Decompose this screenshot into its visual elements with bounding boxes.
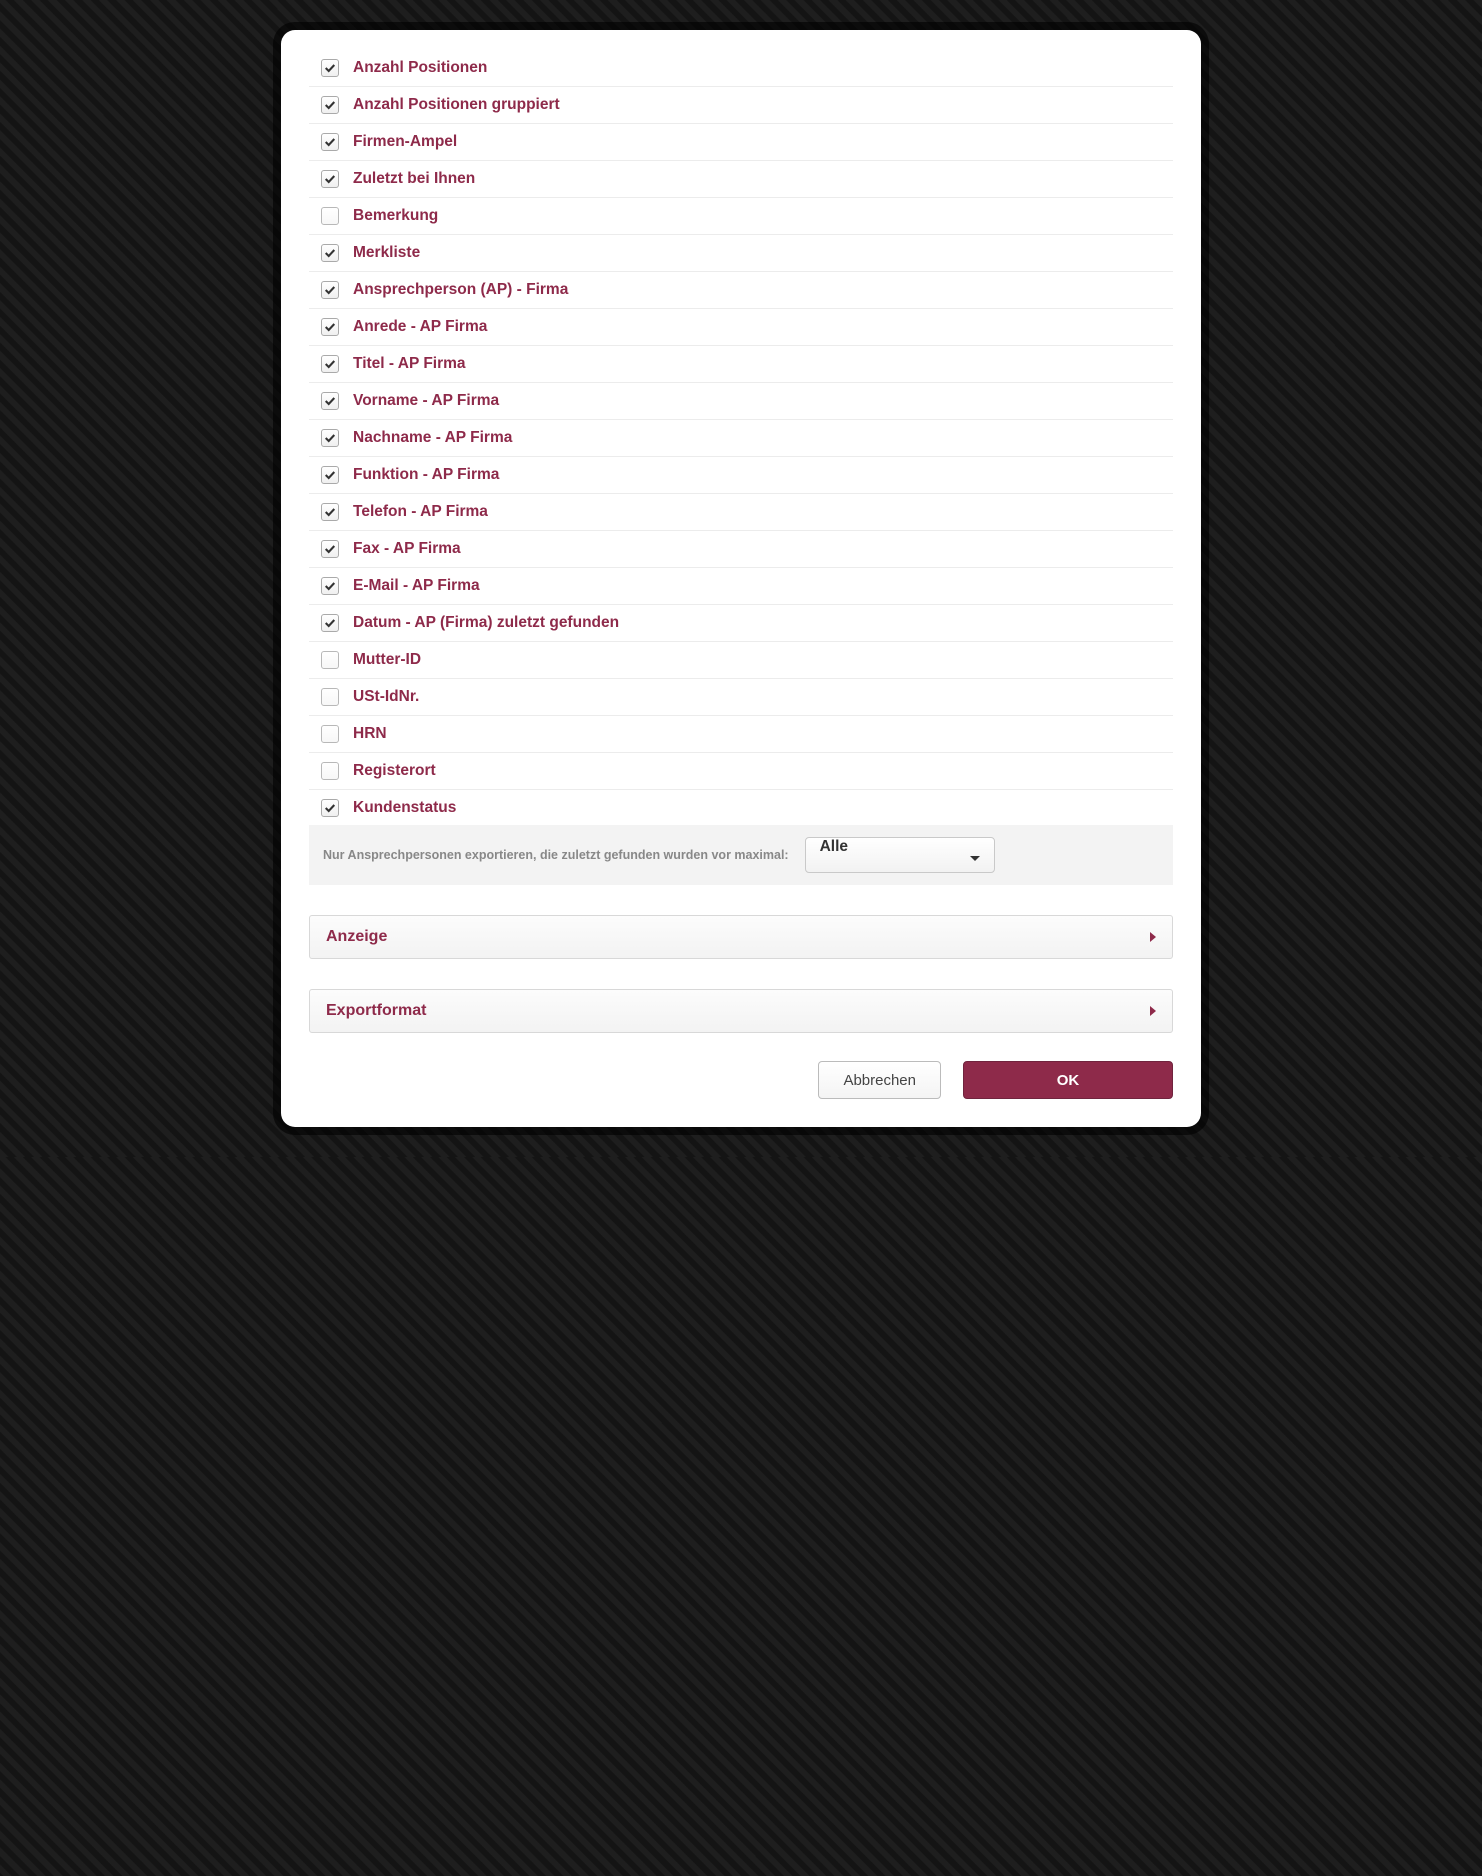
cancel-button[interactable]: Abbrechen (818, 1061, 941, 1099)
checklist-item-label[interactable]: Vorname - AP Firma (353, 392, 499, 410)
export-settings-modal: Anzahl Positionen Anzahl Positionen grupp… (281, 30, 1201, 1127)
checklist-item-label[interactable]: Titel - AP Firma (353, 355, 466, 373)
checklist-row: E-Mail - AP Firma (309, 568, 1173, 605)
ap-filter-select-wrap: Alle (805, 837, 995, 873)
accordion-title: Anzeige (326, 928, 387, 946)
checklist-item-label[interactable]: Nachname - AP Firma (353, 429, 512, 447)
checkbox[interactable] (321, 688, 339, 706)
checklist-row: Nachname - AP Firma (309, 420, 1173, 457)
checklist-row: Fax - AP Firma (309, 531, 1173, 568)
checkbox[interactable] (321, 318, 339, 336)
checklist-item-label[interactable]: Zuletzt bei Ihnen (353, 170, 475, 188)
chevron-right-icon (1150, 932, 1156, 942)
checklist-row: Bemerkung (309, 198, 1173, 235)
checklist-item-label[interactable]: Kundenstatus (353, 799, 456, 817)
accordion-title: Exportformat (326, 1002, 426, 1020)
ok-button[interactable]: OK (963, 1061, 1173, 1099)
dialog-button-row: Abbrechen OK (309, 1061, 1173, 1099)
accordion-anzeige[interactable]: Anzeige (309, 915, 1173, 959)
checkbox[interactable] (321, 429, 339, 447)
checkbox[interactable] (321, 651, 339, 669)
field-checklist: Anzahl Positionen Anzahl Positionen grupp… (309, 50, 1173, 826)
checkbox[interactable] (321, 503, 339, 521)
checklist-item-label[interactable]: Registerort (353, 762, 436, 780)
checklist-row: Vorname - AP Firma (309, 383, 1173, 420)
checklist-item-label[interactable]: Anzahl Positionen gruppiert (353, 96, 560, 114)
checklist-item-label[interactable]: Mutter-ID (353, 651, 421, 669)
checklist-row: Mutter-ID (309, 642, 1173, 679)
chevron-right-icon (1150, 1006, 1156, 1016)
checklist-row: Zuletzt bei Ihnen (309, 161, 1173, 198)
checkbox[interactable] (321, 392, 339, 410)
checklist-item-label[interactable]: Fax - AP Firma (353, 540, 461, 558)
checklist-item-label[interactable]: USt-IdNr. (353, 688, 419, 706)
checkbox[interactable] (321, 540, 339, 558)
checklist-item-label[interactable]: Anzahl Positionen (353, 59, 487, 77)
checklist-row: Anrede - AP Firma (309, 309, 1173, 346)
checkbox[interactable] (321, 762, 339, 780)
checkbox[interactable] (321, 59, 339, 77)
checklist-row: Funktion - AP Firma (309, 457, 1173, 494)
checklist-row: Anzahl Positionen (309, 50, 1173, 87)
checklist-row: Telefon - AP Firma (309, 494, 1173, 531)
checklist-item-label[interactable]: Telefon - AP Firma (353, 503, 488, 521)
checklist-row: Datum - AP (Firma) zuletzt gefunden (309, 605, 1173, 642)
accordion-exportformat[interactable]: Exportformat (309, 989, 1173, 1033)
checklist-row: HRN (309, 716, 1173, 753)
checklist-item-label[interactable]: HRN (353, 725, 387, 743)
checkbox[interactable] (321, 207, 339, 225)
checklist-row: USt-IdNr. (309, 679, 1173, 716)
checkbox[interactable] (321, 281, 339, 299)
checklist-row: Registerort (309, 753, 1173, 790)
checklist-item-label[interactable]: Merkliste (353, 244, 420, 262)
checklist-item-label[interactable]: E-Mail - AP Firma (353, 577, 480, 595)
checkbox[interactable] (321, 466, 339, 484)
checklist-item-label[interactable]: Datum - AP (Firma) zuletzt gefunden (353, 614, 619, 632)
ap-filter-label: Nur Ansprechpersonen exportieren, die zu… (323, 848, 789, 862)
checklist-row: Ansprechperson (AP) - Firma (309, 272, 1173, 309)
ap-filter-select[interactable]: Alle (805, 837, 995, 873)
checklist-item-label[interactable]: Firmen-Ampel (353, 133, 457, 151)
checkbox[interactable] (321, 799, 339, 817)
checkbox[interactable] (321, 133, 339, 151)
checkbox[interactable] (321, 355, 339, 373)
checklist-item-label[interactable]: Ansprechperson (AP) - Firma (353, 281, 568, 299)
checkbox[interactable] (321, 577, 339, 595)
checkbox[interactable] (321, 614, 339, 632)
checkbox[interactable] (321, 725, 339, 743)
checkbox[interactable] (321, 170, 339, 188)
checklist-row: Kundenstatus (309, 790, 1173, 826)
checklist-row: Titel - AP Firma (309, 346, 1173, 383)
checkbox[interactable] (321, 244, 339, 262)
checklist-item-label[interactable]: Funktion - AP Firma (353, 466, 499, 484)
checklist-row: Anzahl Positionen gruppiert (309, 87, 1173, 124)
checklist-item-label[interactable]: Bemerkung (353, 207, 438, 225)
ap-filter-bar: Nur Ansprechpersonen exportieren, die zu… (309, 825, 1173, 885)
checklist-item-label[interactable]: Anrede - AP Firma (353, 318, 487, 336)
checklist-row: Firmen-Ampel (309, 124, 1173, 161)
checklist-row: Merkliste (309, 235, 1173, 272)
checkbox[interactable] (321, 96, 339, 114)
